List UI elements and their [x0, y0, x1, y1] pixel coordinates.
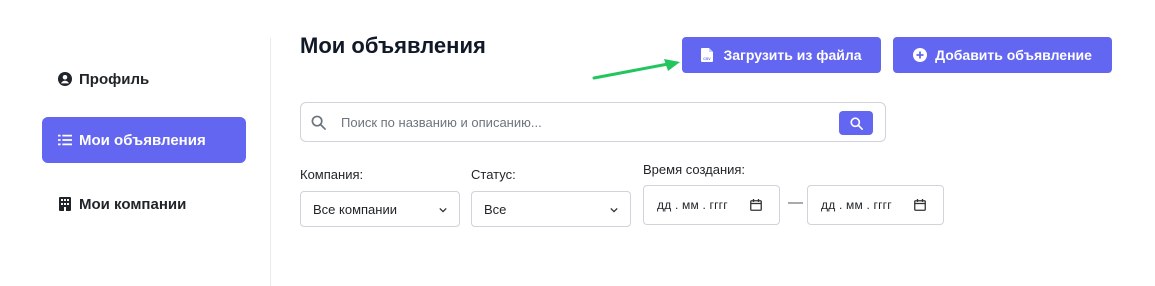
annotation-arrow-icon	[592, 59, 680, 80]
upload-button-label: Загрузить из файла	[723, 47, 862, 63]
chevron-down-icon	[610, 207, 618, 213]
sidebar-item-my-ads[interactable]: Мои объявления	[42, 117, 246, 163]
search-button[interactable]	[839, 111, 873, 135]
svg-text:CSV: CSV	[704, 57, 712, 61]
chevron-down-icon	[439, 207, 447, 213]
plus-circle-icon	[913, 48, 928, 62]
add-ad-button[interactable]: Добавить объявление	[893, 37, 1112, 73]
calendar-icon[interactable]	[914, 199, 926, 211]
status-filter-label: Статус:	[471, 167, 516, 182]
search-bar	[300, 102, 886, 142]
list-icon	[58, 133, 72, 147]
sidebar-item-label: Профиль	[79, 70, 150, 88]
company-select[interactable]: Все компании	[300, 191, 460, 227]
add-button-label: Добавить объявление	[935, 47, 1092, 63]
sidebar-item-label: Мои объявления	[79, 131, 206, 149]
company-select-value: Все компании	[313, 201, 397, 217]
date-from-placeholder: дд . мм . гггг	[657, 198, 728, 212]
sidebar-item-my-companies[interactable]: Мои компании	[42, 181, 246, 227]
calendar-icon[interactable]	[750, 199, 762, 211]
date-range-separator: —	[788, 194, 803, 211]
upload-from-file-button[interactable]: CSV Загрузить из файла	[682, 37, 881, 73]
user-circle-icon	[58, 72, 72, 86]
date-from-input[interactable]: дд . мм . гггг	[643, 185, 780, 225]
search-icon	[311, 115, 326, 130]
company-filter-label: Компания:	[300, 167, 364, 182]
building-icon	[58, 197, 72, 211]
date-to-placeholder: дд . мм . гггг	[821, 198, 892, 212]
page-title: Мои объявления	[300, 33, 486, 58]
creation-time-label: Время создания:	[643, 162, 746, 177]
csv-file-icon: CSV	[701, 48, 715, 62]
sidebar-divider	[270, 38, 271, 286]
sidebar-item-profile[interactable]: Профиль	[42, 56, 246, 102]
sidebar-item-label: Мои компании	[79, 195, 187, 213]
search-input[interactable]	[341, 112, 821, 132]
sidebar: Профиль Мои объявления Мои компании	[0, 0, 270, 286]
search-icon	[849, 116, 863, 130]
date-to-input[interactable]: дд . мм . гггг	[807, 185, 944, 225]
status-select-value: Все	[484, 201, 507, 217]
status-select[interactable]: Все	[471, 191, 631, 227]
